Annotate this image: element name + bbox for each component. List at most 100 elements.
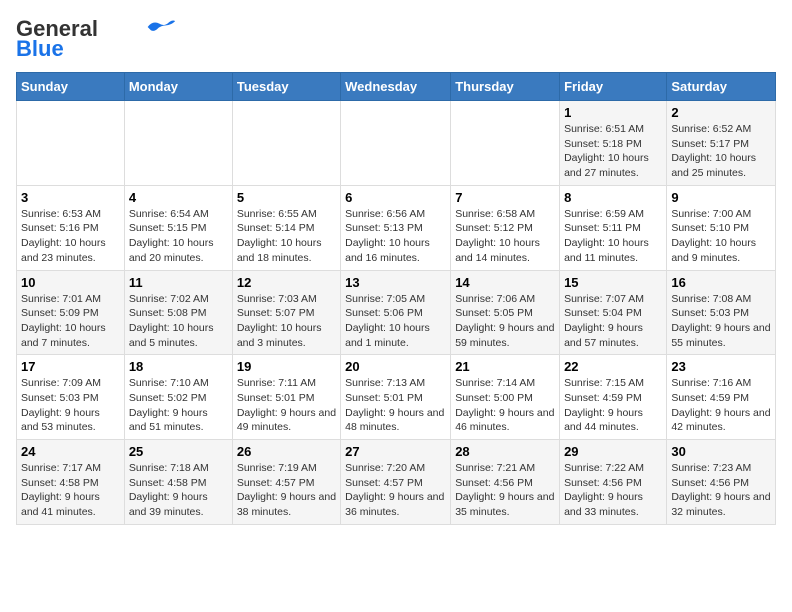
calendar-cell: 23 Sunrise: 7:16 AM Sunset: 4:59 PM Dayli… bbox=[667, 355, 776, 440]
day-number: 11 bbox=[129, 275, 228, 290]
calendar-cell: 20 Sunrise: 7:13 AM Sunset: 5:01 PM Dayli… bbox=[341, 355, 451, 440]
calendar-cell bbox=[232, 101, 340, 186]
day-detail: Sunrise: 6:55 AM Sunset: 5:14 PM Dayligh… bbox=[237, 207, 336, 266]
day-number: 29 bbox=[564, 444, 662, 459]
day-number: 2 bbox=[671, 105, 771, 120]
day-number: 30 bbox=[671, 444, 771, 459]
calendar-cell: 7 Sunrise: 6:58 AM Sunset: 5:12 PM Daylig… bbox=[451, 185, 560, 270]
weekday-header-saturday: Saturday bbox=[667, 73, 776, 101]
logo: General Blue bbox=[16, 16, 176, 62]
day-number: 4 bbox=[129, 190, 228, 205]
day-number: 10 bbox=[21, 275, 120, 290]
calendar-cell: 8 Sunrise: 6:59 AM Sunset: 5:11 PM Daylig… bbox=[560, 185, 667, 270]
day-detail: Sunrise: 7:15 AM Sunset: 4:59 PM Dayligh… bbox=[564, 376, 662, 435]
day-number: 25 bbox=[129, 444, 228, 459]
day-detail: Sunrise: 7:00 AM Sunset: 5:10 PM Dayligh… bbox=[671, 207, 771, 266]
day-detail: Sunrise: 7:07 AM Sunset: 5:04 PM Dayligh… bbox=[564, 292, 662, 351]
day-detail: Sunrise: 7:02 AM Sunset: 5:08 PM Dayligh… bbox=[129, 292, 228, 351]
day-detail: Sunrise: 6:51 AM Sunset: 5:18 PM Dayligh… bbox=[564, 122, 662, 181]
calendar-cell: 25 Sunrise: 7:18 AM Sunset: 4:58 PM Dayli… bbox=[124, 440, 232, 525]
page-header: General Blue bbox=[16, 16, 776, 62]
day-number: 17 bbox=[21, 359, 120, 374]
calendar-cell: 27 Sunrise: 7:20 AM Sunset: 4:57 PM Dayli… bbox=[341, 440, 451, 525]
day-detail: Sunrise: 7:16 AM Sunset: 4:59 PM Dayligh… bbox=[671, 376, 771, 435]
calendar-cell bbox=[341, 101, 451, 186]
day-detail: Sunrise: 7:23 AM Sunset: 4:56 PM Dayligh… bbox=[671, 461, 771, 520]
day-detail: Sunrise: 7:19 AM Sunset: 4:57 PM Dayligh… bbox=[237, 461, 336, 520]
day-number: 6 bbox=[345, 190, 446, 205]
day-detail: Sunrise: 7:08 AM Sunset: 5:03 PM Dayligh… bbox=[671, 292, 771, 351]
calendar-cell: 29 Sunrise: 7:22 AM Sunset: 4:56 PM Dayli… bbox=[560, 440, 667, 525]
day-detail: Sunrise: 7:03 AM Sunset: 5:07 PM Dayligh… bbox=[237, 292, 336, 351]
weekday-header-tuesday: Tuesday bbox=[232, 73, 340, 101]
day-number: 14 bbox=[455, 275, 555, 290]
calendar-cell: 24Sunrise: 7:17 AM Sunset: 4:58 PM Dayli… bbox=[17, 440, 125, 525]
day-detail: Sunrise: 7:18 AM Sunset: 4:58 PM Dayligh… bbox=[129, 461, 228, 520]
calendar-week-row: 24Sunrise: 7:17 AM Sunset: 4:58 PM Dayli… bbox=[17, 440, 776, 525]
day-detail: Sunrise: 6:59 AM Sunset: 5:11 PM Dayligh… bbox=[564, 207, 662, 266]
calendar-cell: 18 Sunrise: 7:10 AM Sunset: 5:02 PM Dayli… bbox=[124, 355, 232, 440]
calendar-cell bbox=[451, 101, 560, 186]
calendar-cell: 15Sunrise: 7:07 AM Sunset: 5:04 PM Dayli… bbox=[560, 270, 667, 355]
day-number: 19 bbox=[237, 359, 336, 374]
calendar-cell: 28 Sunrise: 7:21 AM Sunset: 4:56 PM Dayli… bbox=[451, 440, 560, 525]
calendar-cell: 14Sunrise: 7:06 AM Sunset: 5:05 PM Dayli… bbox=[451, 270, 560, 355]
day-detail: Sunrise: 7:09 AM Sunset: 5:03 PM Dayligh… bbox=[21, 376, 120, 435]
day-number: 23 bbox=[671, 359, 771, 374]
day-number: 12 bbox=[237, 275, 336, 290]
day-detail: Sunrise: 7:10 AM Sunset: 5:02 PM Dayligh… bbox=[129, 376, 228, 435]
day-number: 9 bbox=[671, 190, 771, 205]
calendar-week-row: 1Sunrise: 6:51 AM Sunset: 5:18 PM Daylig… bbox=[17, 101, 776, 186]
calendar-cell bbox=[124, 101, 232, 186]
weekday-header-monday: Monday bbox=[124, 73, 232, 101]
weekday-header-thursday: Thursday bbox=[451, 73, 560, 101]
calendar-cell: 6 Sunrise: 6:56 AM Sunset: 5:13 PM Daylig… bbox=[341, 185, 451, 270]
day-number: 8 bbox=[564, 190, 662, 205]
calendar-cell: 16 Sunrise: 7:08 AM Sunset: 5:03 PM Dayli… bbox=[667, 270, 776, 355]
weekday-header-friday: Friday bbox=[560, 73, 667, 101]
day-detail: Sunrise: 7:21 AM Sunset: 4:56 PM Dayligh… bbox=[455, 461, 555, 520]
day-detail: Sunrise: 7:13 AM Sunset: 5:01 PM Dayligh… bbox=[345, 376, 446, 435]
day-detail: Sunrise: 6:58 AM Sunset: 5:12 PM Dayligh… bbox=[455, 207, 555, 266]
day-number: 27 bbox=[345, 444, 446, 459]
calendar-cell: 26Sunrise: 7:19 AM Sunset: 4:57 PM Dayli… bbox=[232, 440, 340, 525]
day-detail: Sunrise: 7:11 AM Sunset: 5:01 PM Dayligh… bbox=[237, 376, 336, 435]
day-number: 28 bbox=[455, 444, 555, 459]
day-detail: Sunrise: 7:05 AM Sunset: 5:06 PM Dayligh… bbox=[345, 292, 446, 351]
calendar-cell: 11 Sunrise: 7:02 AM Sunset: 5:08 PM Dayli… bbox=[124, 270, 232, 355]
day-number: 16 bbox=[671, 275, 771, 290]
logo-bird-icon bbox=[146, 18, 176, 36]
day-detail: Sunrise: 7:20 AM Sunset: 4:57 PM Dayligh… bbox=[345, 461, 446, 520]
calendar-cell: 5Sunrise: 6:55 AM Sunset: 5:14 PM Daylig… bbox=[232, 185, 340, 270]
calendar-cell: 30 Sunrise: 7:23 AM Sunset: 4:56 PM Dayli… bbox=[667, 440, 776, 525]
calendar-cell: 22 Sunrise: 7:15 AM Sunset: 4:59 PM Dayli… bbox=[560, 355, 667, 440]
calendar-week-row: 3 Sunrise: 6:53 AM Sunset: 5:16 PM Daylig… bbox=[17, 185, 776, 270]
day-detail: Sunrise: 6:53 AM Sunset: 5:16 PM Dayligh… bbox=[21, 207, 120, 266]
day-detail: Sunrise: 7:14 AM Sunset: 5:00 PM Dayligh… bbox=[455, 376, 555, 435]
day-number: 20 bbox=[345, 359, 446, 374]
calendar-cell: 10 Sunrise: 7:01 AM Sunset: 5:09 PM Dayli… bbox=[17, 270, 125, 355]
weekday-header-sunday: Sunday bbox=[17, 73, 125, 101]
day-detail: Sunrise: 6:54 AM Sunset: 5:15 PM Dayligh… bbox=[129, 207, 228, 266]
calendar-cell: 21 Sunrise: 7:14 AM Sunset: 5:00 PM Dayli… bbox=[451, 355, 560, 440]
day-number: 3 bbox=[21, 190, 120, 205]
day-number: 13 bbox=[345, 275, 446, 290]
calendar-cell: 2 Sunrise: 6:52 AM Sunset: 5:17 PM Daylig… bbox=[667, 101, 776, 186]
calendar-cell: 9 Sunrise: 7:00 AM Sunset: 5:10 PM Daylig… bbox=[667, 185, 776, 270]
day-number: 22 bbox=[564, 359, 662, 374]
day-number: 18 bbox=[129, 359, 228, 374]
day-detail: Sunrise: 7:22 AM Sunset: 4:56 PM Dayligh… bbox=[564, 461, 662, 520]
calendar-cell bbox=[17, 101, 125, 186]
day-detail: Sunrise: 6:56 AM Sunset: 5:13 PM Dayligh… bbox=[345, 207, 446, 266]
weekday-header-wednesday: Wednesday bbox=[341, 73, 451, 101]
calendar-cell: 19 Sunrise: 7:11 AM Sunset: 5:01 PM Dayli… bbox=[232, 355, 340, 440]
day-detail: Sunrise: 7:01 AM Sunset: 5:09 PM Dayligh… bbox=[21, 292, 120, 351]
calendar-cell: 4 Sunrise: 6:54 AM Sunset: 5:15 PM Daylig… bbox=[124, 185, 232, 270]
calendar-week-row: 10 Sunrise: 7:01 AM Sunset: 5:09 PM Dayli… bbox=[17, 270, 776, 355]
day-number: 7 bbox=[455, 190, 555, 205]
day-detail: Sunrise: 6:52 AM Sunset: 5:17 PM Dayligh… bbox=[671, 122, 771, 181]
calendar-cell: 13 Sunrise: 7:05 AM Sunset: 5:06 PM Dayli… bbox=[341, 270, 451, 355]
logo-blue: Blue bbox=[16, 36, 64, 62]
day-number: 21 bbox=[455, 359, 555, 374]
calendar-table: SundayMondayTuesdayWednesdayThursdayFrid… bbox=[16, 72, 776, 525]
